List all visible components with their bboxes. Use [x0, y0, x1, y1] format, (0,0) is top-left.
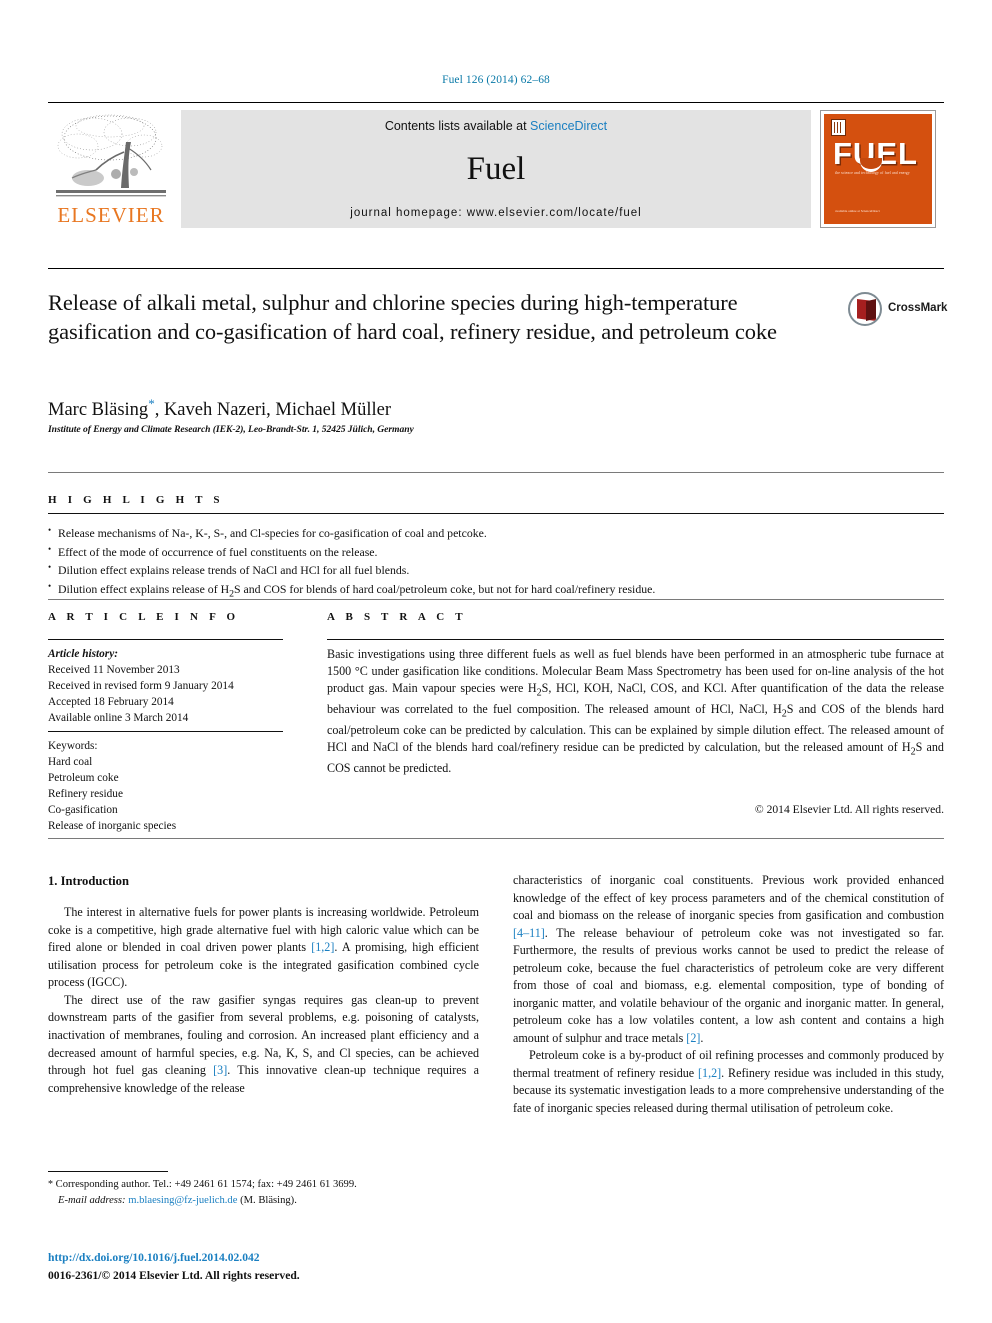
email-author: (M. Bläsing). — [237, 1194, 297, 1206]
list-item: Dilution effect explains release trends … — [48, 560, 944, 580]
journal-banner: ELSEVIER Contents lists available at Sci… — [48, 110, 944, 228]
paper-page: Fuel 126 (2014) 62–68 ELSEVIER Contents … — [0, 0, 992, 1323]
paragraph-text: characteristics of inorganic coal consti… — [513, 873, 944, 923]
section-heading-introduction: 1. Introduction — [48, 874, 129, 888]
title-top-rule — [48, 268, 944, 269]
crossmark-label: CrossMark — [888, 302, 948, 314]
footnote-email-line: E-mail address: m.blaesing@fz-juelich.de… — [48, 1193, 488, 1208]
keywords-block: Keywords: Hard coal Petroleum coke Refin… — [48, 738, 288, 834]
highlight-text: Dilution effect explains release trends … — [58, 563, 410, 578]
corresponding-author-footnote: * Corresponding author. Tel.: +49 2461 6… — [48, 1177, 488, 1208]
elsevier-logo: ELSEVIER — [48, 110, 174, 228]
abstract-rule — [327, 639, 944, 640]
footnote-line: * Corresponding author. Tel.: +49 2461 6… — [48, 1177, 488, 1193]
list-item: Release mechanisms of Na-, K-, S-, and C… — [48, 523, 944, 543]
footnote-contact: Corresponding author. Tel.: +49 2461 61 … — [53, 1179, 357, 1190]
abstract-heading: A B S T R A C T — [327, 611, 467, 623]
cover-subtitle: the science and technology of fuel and e… — [835, 171, 910, 175]
email-link[interactable]: m.blaesing@fz-juelich.de — [128, 1195, 237, 1206]
paragraph: Petroleum coke is a by-product of oil re… — [513, 1047, 944, 1117]
paragraph: The direct use of the raw gasifier synga… — [48, 992, 479, 1097]
journal-homepage-link[interactable]: journal homepage: www.elsevier.com/locat… — [350, 207, 641, 219]
sciencedirect-link[interactable]: ScienceDirect — [530, 119, 607, 133]
page-title: Release of alkali metal, sulphur and chl… — [48, 290, 777, 345]
copyright-line: © 2014 Elsevier Ltd. All rights reserved… — [754, 803, 944, 816]
article-info-heading: A R T I C L E I N F O — [48, 611, 240, 623]
highlight-text: Effect of the mode of occurrence of fuel… — [58, 544, 378, 559]
article-history: Article history: Received 11 November 20… — [48, 646, 288, 726]
keyword-item: Refinery residue — [48, 788, 123, 801]
citation-ref[interactable]: [2] — [686, 1031, 700, 1045]
history-item: Received 11 November 2013 — [48, 664, 180, 677]
highlight-text: Release mechanisms of Na-, K-, S-, and C… — [58, 526, 487, 540]
history-item: Received in revised form 9 January 2014 — [48, 680, 234, 693]
crossmark-badge-group[interactable]: CrossMark — [848, 292, 947, 332]
author-list: Marc Bläsing*, Kaveh Nazeri, Michael Mül… — [48, 396, 391, 421]
keyword-item: Petroleum coke — [48, 772, 119, 785]
email-label: E-mail address: — [58, 1194, 126, 1206]
keyword-item: Co-gasification — [48, 804, 118, 817]
citation-ref[interactable]: [1,2] — [698, 1066, 721, 1080]
crossmark-icon — [848, 292, 882, 326]
citation-ref[interactable]: [3] — [213, 1063, 227, 1077]
abstract-body: Basic investigations using three differe… — [327, 647, 944, 775]
article-history-label: Article history: — [48, 648, 118, 660]
elsevier-tree-icon — [52, 112, 170, 204]
highlights-top-rule — [48, 472, 944, 473]
contents-available-line: Contents lists available at ScienceDirec… — [385, 119, 607, 133]
crossmark-book-shadow — [866, 299, 876, 321]
footnote-rule — [48, 1171, 168, 1172]
article-info-rule — [48, 639, 283, 640]
abstract-text: Basic investigations using three differe… — [327, 646, 944, 777]
highlight-text: Dilution effect explains release of H2S … — [58, 581, 656, 600]
paragraph-text: . The release behaviour of petroleum cok… — [513, 925, 944, 1045]
contents-prefix: Contents lists available at — [384, 119, 531, 133]
keyword-item: Hard coal — [48, 756, 93, 769]
issn-copyright-line: 0016-2361/© 2014 Elsevier Ltd. All right… — [48, 1269, 300, 1282]
history-item: Available online 3 March 2014 — [48, 712, 189, 725]
running-head: Fuel 126 (2014) 62–68 — [442, 74, 550, 86]
journal-cover-thumbnail: FUEL the science and technology of fuel … — [820, 110, 936, 228]
highlights-list: Release mechanisms of Na-, K-, S-, and C… — [48, 523, 944, 602]
abstract-bottom-rule — [48, 838, 944, 839]
list-item: Effect of the mode of occurrence of fuel… — [48, 542, 944, 562]
body-column-left: 1. Introduction The interest in alternat… — [48, 872, 479, 1097]
paragraph: characteristics of inorganic coal consti… — [513, 872, 944, 1047]
journal-name: Fuel — [466, 150, 526, 187]
keyword-item: Release of inorganic species — [48, 820, 177, 833]
banner-center: Contents lists available at ScienceDirec… — [181, 110, 811, 228]
highlights-heading: H I G H L I G H T S — [48, 494, 224, 506]
citation-ref[interactable]: [1,2] — [311, 940, 334, 954]
history-item: Accepted 18 February 2014 — [48, 696, 174, 709]
cover-inner: FUEL the science and technology of fuel … — [824, 114, 932, 224]
author-first: Marc Bläsing — [48, 400, 149, 421]
article-info-separator — [48, 731, 283, 732]
highlights-bottom-rule — [48, 599, 944, 600]
banner-top-rule — [48, 102, 944, 103]
citation-ref[interactable]: [4–11] — [513, 926, 545, 940]
body-column-right: characteristics of inorganic coal consti… — [513, 872, 944, 1117]
doi-link[interactable]: http://dx.doi.org/10.1016/j.fuel.2014.02… — [48, 1251, 260, 1264]
elsevier-wordmark: ELSEVIER — [57, 203, 165, 227]
affiliation: Institute of Energy and Climate Research… — [48, 424, 414, 435]
keywords-label: Keywords: — [48, 740, 98, 752]
cover-footer-text: available online at ScienceDirect — [835, 208, 880, 213]
cover-elsevier-mark-icon — [831, 119, 846, 136]
author-rest: , Kaveh Nazeri, Michael Müller — [154, 400, 391, 421]
highlights-mid-rule — [48, 513, 944, 514]
paragraph-text: . — [700, 1030, 704, 1045]
paragraph: The interest in alternative fuels for po… — [48, 904, 479, 992]
